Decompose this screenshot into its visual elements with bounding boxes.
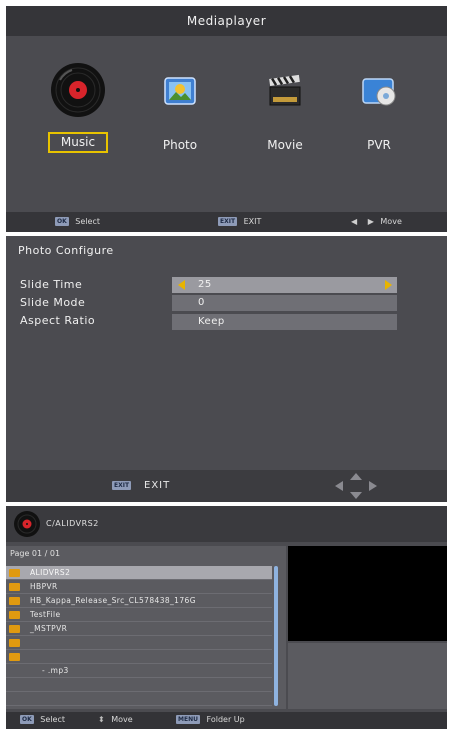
hint-exit: EXIT EXIT xyxy=(218,217,261,226)
list-item[interactable]: - .mp3 xyxy=(6,664,272,678)
list-item[interactable]: HB_Kappa_Release_Src_CL578438_176G xyxy=(6,594,272,608)
ok-key-icon: OK xyxy=(55,217,69,226)
aspect-ratio-label: Aspect Ratio xyxy=(20,314,96,327)
folder-icon xyxy=(9,625,20,633)
dpad-icon xyxy=(335,473,377,499)
list-item[interactable]: _MSTPVR xyxy=(6,622,272,636)
list-item[interactable] xyxy=(6,678,272,692)
folder-icon xyxy=(9,611,20,619)
menu-label-movie: Movie xyxy=(267,138,303,152)
aspect-ratio-selector[interactable]: Keep xyxy=(172,314,397,330)
hint-folder-up: MENU Folder Up xyxy=(176,715,245,724)
clapperboard-icon xyxy=(269,74,301,106)
exit-key-icon: EXIT xyxy=(112,481,132,490)
menu-label-music: Music xyxy=(48,132,108,153)
menu-item-movie[interactable]: Movie xyxy=(240,62,330,152)
menu-item-photo[interactable]: Photo xyxy=(135,62,225,152)
list-item[interactable] xyxy=(6,692,272,706)
preview-pane xyxy=(288,546,447,641)
page-indicator: Page 01 / 01 xyxy=(10,549,61,558)
select-label: Select xyxy=(75,217,100,226)
menu-label-photo: Photo xyxy=(162,138,198,152)
mediaplayer-footer: OK Select EXIT EXIT ◀ ▶ Move xyxy=(6,212,447,232)
slide-time-value: 25 xyxy=(198,279,212,290)
folder-up-label: Folder Up xyxy=(206,715,245,724)
folder-icon xyxy=(9,597,20,605)
file-name: - .mp3 xyxy=(42,666,69,675)
file-name: TestFile xyxy=(30,610,61,619)
list-item[interactable]: TestFile xyxy=(6,608,272,622)
up-down-arrow-icon: ⬍ xyxy=(98,715,105,724)
file-name: _MSTPVR xyxy=(30,624,68,633)
left-arrow-icon: ◀ xyxy=(351,217,358,226)
file-browser-panel: C/ALIDVRS2 Page 01 / 01 ALIDVRS2 HBPVR H… xyxy=(6,506,447,729)
scrollbar[interactable] xyxy=(274,566,278,706)
hint-move: ⬍ Move xyxy=(98,715,133,724)
info-pane xyxy=(288,643,447,709)
file-browser-header: C/ALIDVRS2 xyxy=(6,506,447,542)
folder-icon xyxy=(9,569,20,577)
menu-label-pvr: PVR xyxy=(367,138,391,152)
music-disc-icon xyxy=(14,511,40,537)
folder-icon xyxy=(9,653,20,661)
menu-item-music[interactable]: Music xyxy=(33,62,123,153)
mediaplayer-panel: Mediaplayer Music Photo Movie PVR OK Sel… xyxy=(6,6,447,232)
music-disc-icon xyxy=(51,63,105,117)
file-name: ALIDVRS2 xyxy=(30,568,71,577)
move-label: Move xyxy=(380,217,402,226)
file-name: HB_Kappa_Release_Src_CL578438_176G xyxy=(30,596,196,605)
photo-configure-panel: Photo Configure Slide Time 25 Slide Mode… xyxy=(6,236,447,502)
select-label: Select xyxy=(40,715,65,724)
folder-icon xyxy=(9,639,20,647)
exit-label: EXIT xyxy=(243,217,262,226)
photo-configure-title: Photo Configure xyxy=(18,244,114,257)
folder-icon xyxy=(9,583,20,591)
pvr-disc-icon xyxy=(362,78,396,106)
current-path: C/ALIDVRS2 xyxy=(46,519,99,528)
aspect-ratio-value: Keep xyxy=(198,316,225,327)
exit-label: EXIT xyxy=(144,480,171,491)
slide-time-selector[interactable]: 25 xyxy=(172,277,397,293)
exit-key-icon: EXIT xyxy=(218,217,238,226)
menu-key-icon: MENU xyxy=(176,715,200,724)
photo-configure-footer: EXIT EXIT xyxy=(6,470,447,502)
hint-move: ◀ ▶ Move xyxy=(351,217,402,226)
list-item[interactable] xyxy=(6,636,272,650)
hint-select: OK Select xyxy=(55,217,100,226)
right-arrow-icon[interactable] xyxy=(385,280,392,290)
right-arrow-icon: ▶ xyxy=(367,217,374,226)
list-item[interactable] xyxy=(6,650,272,664)
mediaplayer-title: Mediaplayer xyxy=(6,6,447,36)
menu-item-pvr[interactable]: PVR xyxy=(334,62,424,152)
file-name: HBPVR xyxy=(30,582,58,591)
move-label: Move xyxy=(111,715,133,724)
slide-mode-value: 0 xyxy=(198,297,205,308)
list-item[interactable]: ALIDVRS2 xyxy=(6,566,272,580)
slide-mode-label: Slide Mode xyxy=(20,296,86,309)
hint-select: OK Select xyxy=(20,715,65,724)
slide-time-label: Slide Time xyxy=(20,278,83,291)
list-item[interactable]: HBPVR xyxy=(6,580,272,594)
slide-mode-selector[interactable]: 0 xyxy=(172,295,397,311)
ok-key-icon: OK xyxy=(20,715,34,724)
file-list: Page 01 / 01 ALIDVRS2 HBPVR HB_Kappa_Rel… xyxy=(6,546,286,709)
file-browser-footer: OK Select ⬍ Move MENU Folder Up xyxy=(6,712,447,729)
photo-icon xyxy=(164,77,196,105)
left-arrow-icon[interactable] xyxy=(178,280,185,290)
